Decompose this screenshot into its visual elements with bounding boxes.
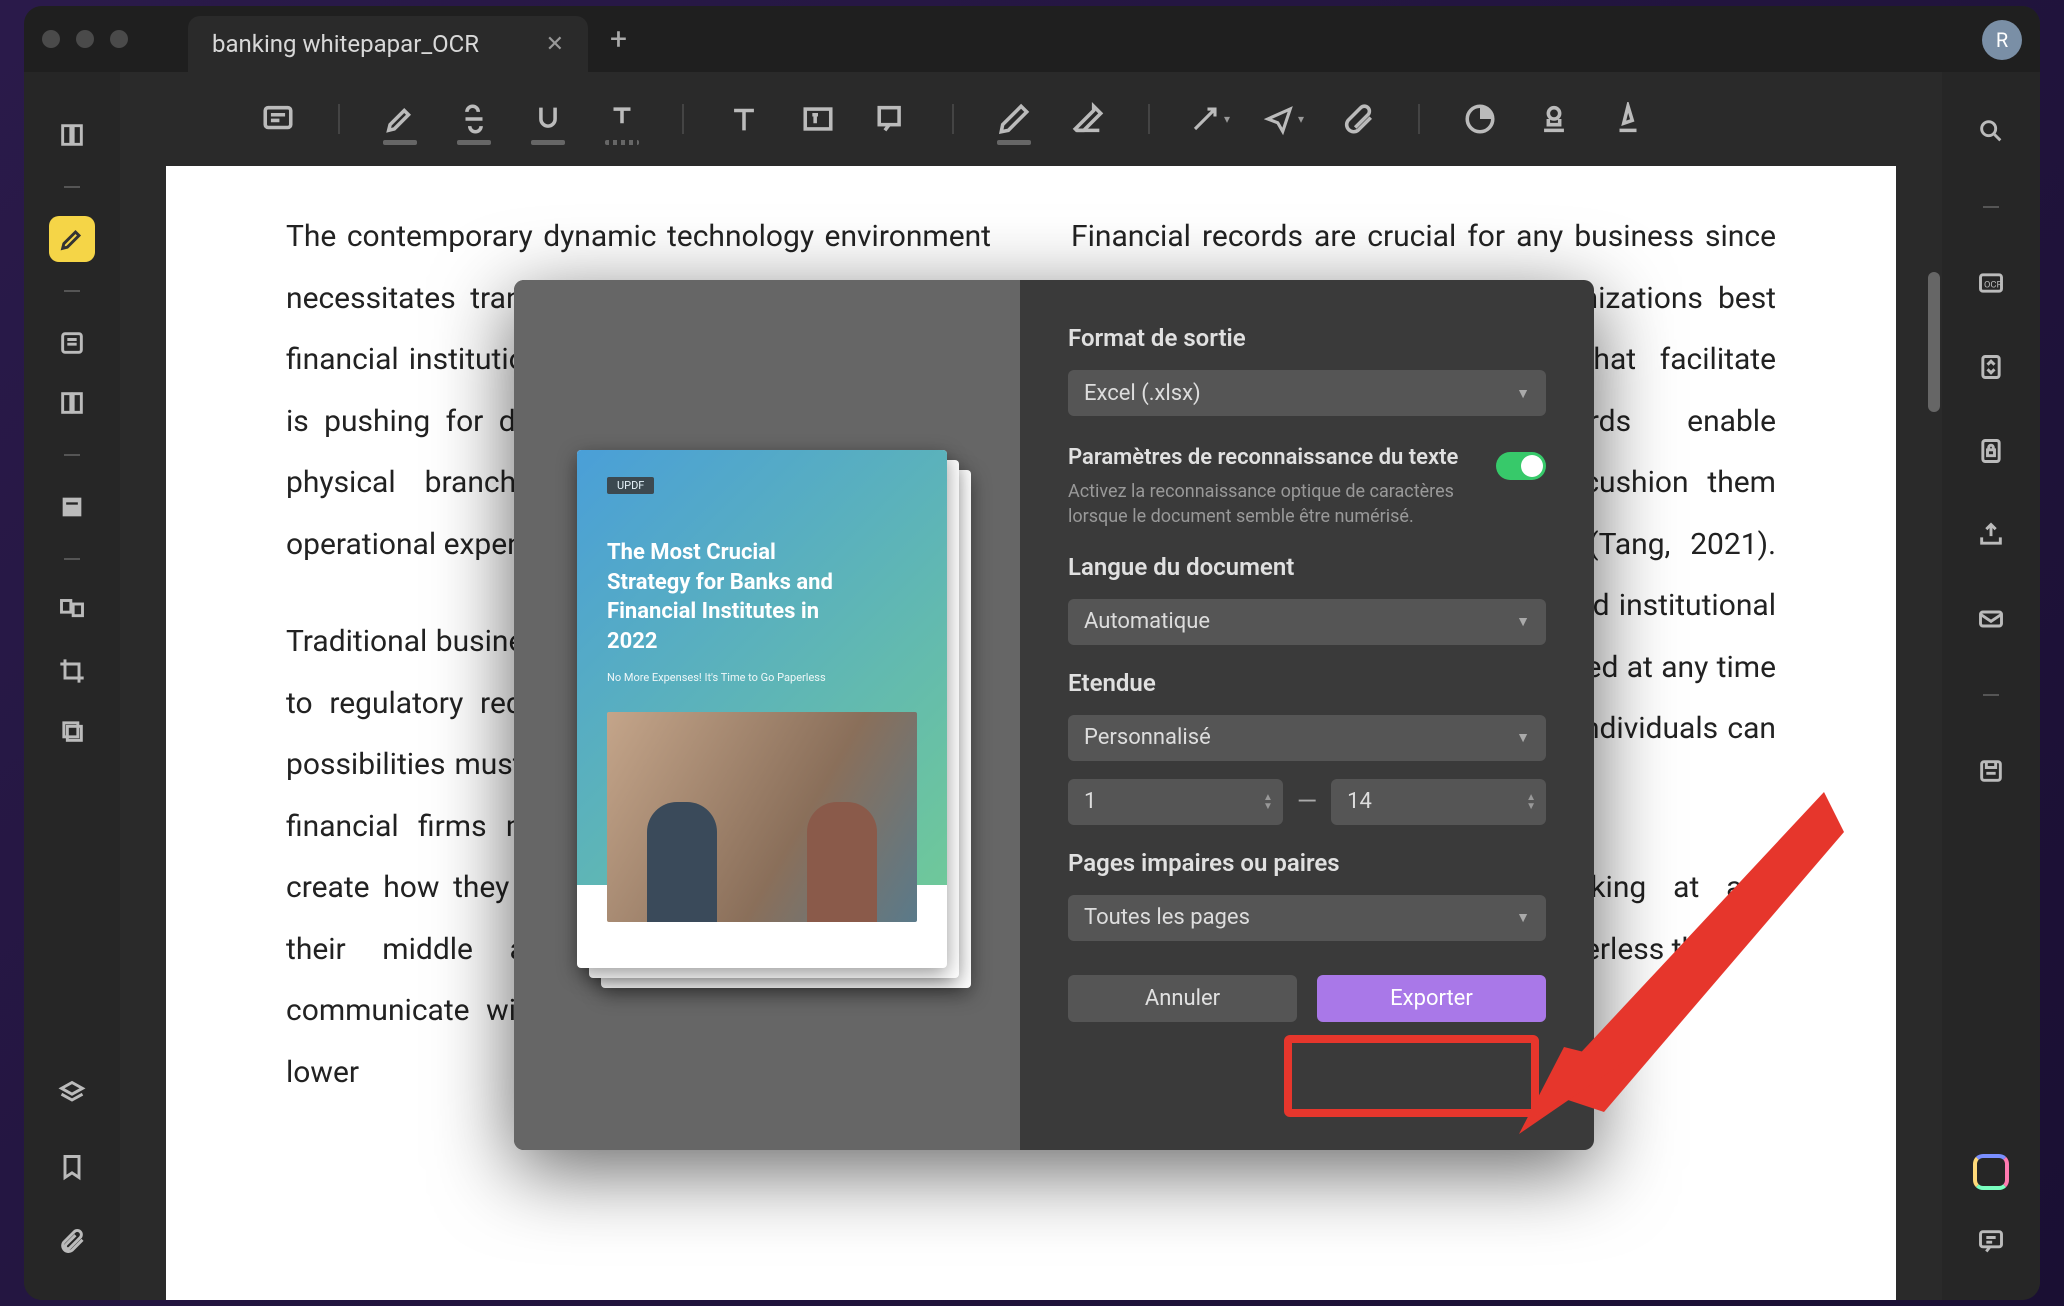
chevron-down-icon: ▼ <box>1516 385 1530 402</box>
stack-tool-icon[interactable] <box>49 708 95 754</box>
tab-title: banking whitepapar_OCR <box>212 30 532 58</box>
attach-icon[interactable] <box>1338 99 1378 139</box>
ocr-icon[interactable]: OCR <box>1968 260 2014 306</box>
share-icon[interactable] <box>1968 512 2014 558</box>
thumb-image <box>607 712 917 922</box>
edit-tool-icon[interactable] <box>49 320 95 366</box>
close-tab-icon[interactable]: ✕ <box>546 32 564 57</box>
protect-icon[interactable] <box>1968 428 2014 474</box>
comment-icon[interactable] <box>258 99 298 139</box>
svg-text:OCR: OCR <box>1984 280 2002 291</box>
attachment-icon[interactable] <box>49 1218 95 1264</box>
stamp-icon[interactable] <box>1534 99 1574 139</box>
wavy-underline-icon[interactable] <box>602 99 642 139</box>
signature-icon[interactable] <box>1608 99 1648 139</box>
scrollbar-thumb[interactable] <box>1928 272 1940 412</box>
page-tool-icon[interactable] <box>49 380 95 426</box>
minimize-window-button[interactable] <box>76 30 94 48</box>
form-tool-icon[interactable] <box>49 484 95 530</box>
document-tab[interactable]: banking whitepapar_OCR ✕ <box>188 16 588 72</box>
label-ocr: Paramètres de reconnaissance du texte <box>1068 444 1476 473</box>
feedback-icon[interactable] <box>1968 1218 2014 1264</box>
send-icon[interactable]: ▾ <box>1264 99 1304 139</box>
range-select[interactable]: Personnalisé ▼ <box>1068 715 1546 761</box>
export-button[interactable]: Exporter <box>1317 975 1546 1022</box>
highlight-tool-icon[interactable] <box>49 216 95 262</box>
thumb-logo: UPDF <box>607 477 654 494</box>
organize-tool-icon[interactable] <box>49 588 95 634</box>
sticker-icon[interactable] <box>1460 99 1500 139</box>
cancel-button[interactable]: Annuler <box>1068 975 1297 1022</box>
export-options: Format de sortie Excel (.xlsx) ▼ Paramèt… <box>1020 280 1594 1150</box>
strikethrough-icon[interactable] <box>454 99 494 139</box>
close-window-button[interactable] <box>42 30 60 48</box>
label-range: Etendue <box>1068 669 1546 697</box>
bookmark-icon[interactable] <box>49 1144 95 1190</box>
right-sidebar: OCR <box>1942 72 2040 1300</box>
crop-tool-icon[interactable] <box>49 648 95 694</box>
toolbar: ▾ ▾ <box>120 72 1942 166</box>
window-controls <box>24 30 128 48</box>
reader-mode-icon[interactable] <box>49 112 95 158</box>
underline-icon[interactable] <box>528 99 568 139</box>
label-format: Format de sortie <box>1068 324 1546 352</box>
textbox-icon[interactable] <box>798 99 838 139</box>
text-icon[interactable] <box>724 99 764 139</box>
layers-icon[interactable] <box>49 1070 95 1116</box>
app-logo-icon[interactable] <box>1973 1154 2009 1190</box>
chevron-down-icon: ▼ <box>1516 729 1530 746</box>
range-from-input[interactable]: 1 ▲▼ <box>1068 779 1283 825</box>
highlighter-icon[interactable] <box>380 99 420 139</box>
thumb-subtitle: No More Expenses! It's Time to Go Paperl… <box>607 671 917 684</box>
left-sidebar <box>24 72 120 1300</box>
oddeven-select[interactable]: Toutes les pages ▼ <box>1068 895 1546 941</box>
pencil-icon[interactable] <box>994 99 1034 139</box>
app-window: banking whitepapar_OCR ✕ + R <box>24 6 2040 1300</box>
label-language: Langue du document <box>1068 553 1546 581</box>
format-select[interactable]: Excel (.xlsx) ▼ <box>1068 370 1546 416</box>
chevron-down-icon: ▼ <box>1516 909 1530 926</box>
thumb-title: The Most Crucial Strategy for Banks and … <box>607 538 847 657</box>
save-icon[interactable] <box>1968 748 2014 794</box>
label-oddeven: Pages impaires ou paires <box>1068 849 1546 877</box>
email-icon[interactable] <box>1968 596 2014 642</box>
chevron-down-icon: ▼ <box>1516 613 1530 630</box>
language-select[interactable]: Automatique ▼ <box>1068 599 1546 645</box>
range-to-input[interactable]: 14 ▲▼ <box>1331 779 1546 825</box>
convert-icon[interactable] <box>1968 344 2014 390</box>
desc-ocr: Activez la reconnaissance optique de car… <box>1068 479 1476 529</box>
maximize-window-button[interactable] <box>110 30 128 48</box>
arrow-icon[interactable]: ▾ <box>1190 99 1230 139</box>
eraser-icon[interactable] <box>1068 99 1108 139</box>
export-dialog: UPDF The Most Crucial Strategy for Banks… <box>514 280 1594 1150</box>
add-tab-button[interactable]: + <box>610 22 627 57</box>
titlebar: banking whitepapar_OCR ✕ + R <box>24 6 2040 72</box>
ocr-toggle[interactable] <box>1496 452 1546 480</box>
user-avatar[interactable]: R <box>1982 20 2022 60</box>
search-icon[interactable] <box>1968 108 2014 154</box>
callout-icon[interactable] <box>872 99 912 139</box>
export-preview: UPDF The Most Crucial Strategy for Banks… <box>514 280 1020 1150</box>
